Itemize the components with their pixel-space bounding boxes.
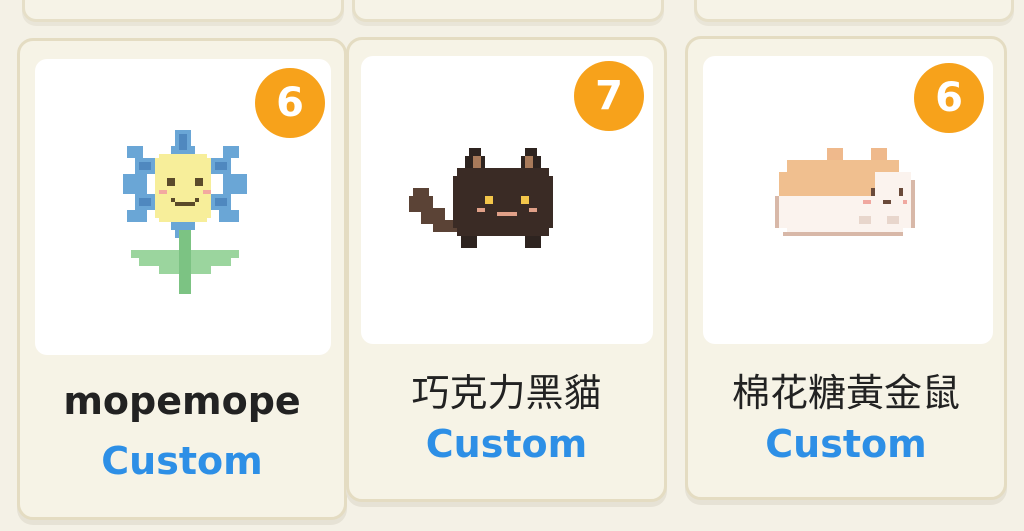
item-tag: Custom <box>765 422 927 466</box>
item-card-hamster[interactable]: 6 棉花糖黃金鼠 Custom <box>685 36 1007 500</box>
pixel-black-cat-icon <box>409 148 553 248</box>
item-tag: Custom <box>425 422 588 466</box>
previous-row-card[interactable] <box>694 0 1014 22</box>
level-badge: 7 <box>574 61 644 131</box>
item-grid: 6 mopemope Custom 7 巧克力黑貓 Custom 6 棉花糖黃金… <box>0 0 1024 531</box>
previous-row-card[interactable] <box>352 0 664 22</box>
level-badge: 6 <box>914 63 984 133</box>
item-card-mopemope[interactable]: 6 mopemope Custom <box>17 38 347 520</box>
level-badge: 6 <box>255 68 325 138</box>
item-tag: Custom <box>101 439 263 483</box>
item-name: mopemope <box>63 379 301 423</box>
item-name: 巧克力黑貓 <box>411 371 602 415</box>
previous-row-card[interactable] <box>22 0 344 22</box>
pixel-flower-icon <box>123 130 247 294</box>
item-name: 棉花糖黃金鼠 <box>731 371 960 415</box>
pixel-hamster-icon <box>775 148 915 236</box>
item-card-chocolate-cat[interactable]: 7 巧克力黑貓 Custom <box>346 37 667 502</box>
